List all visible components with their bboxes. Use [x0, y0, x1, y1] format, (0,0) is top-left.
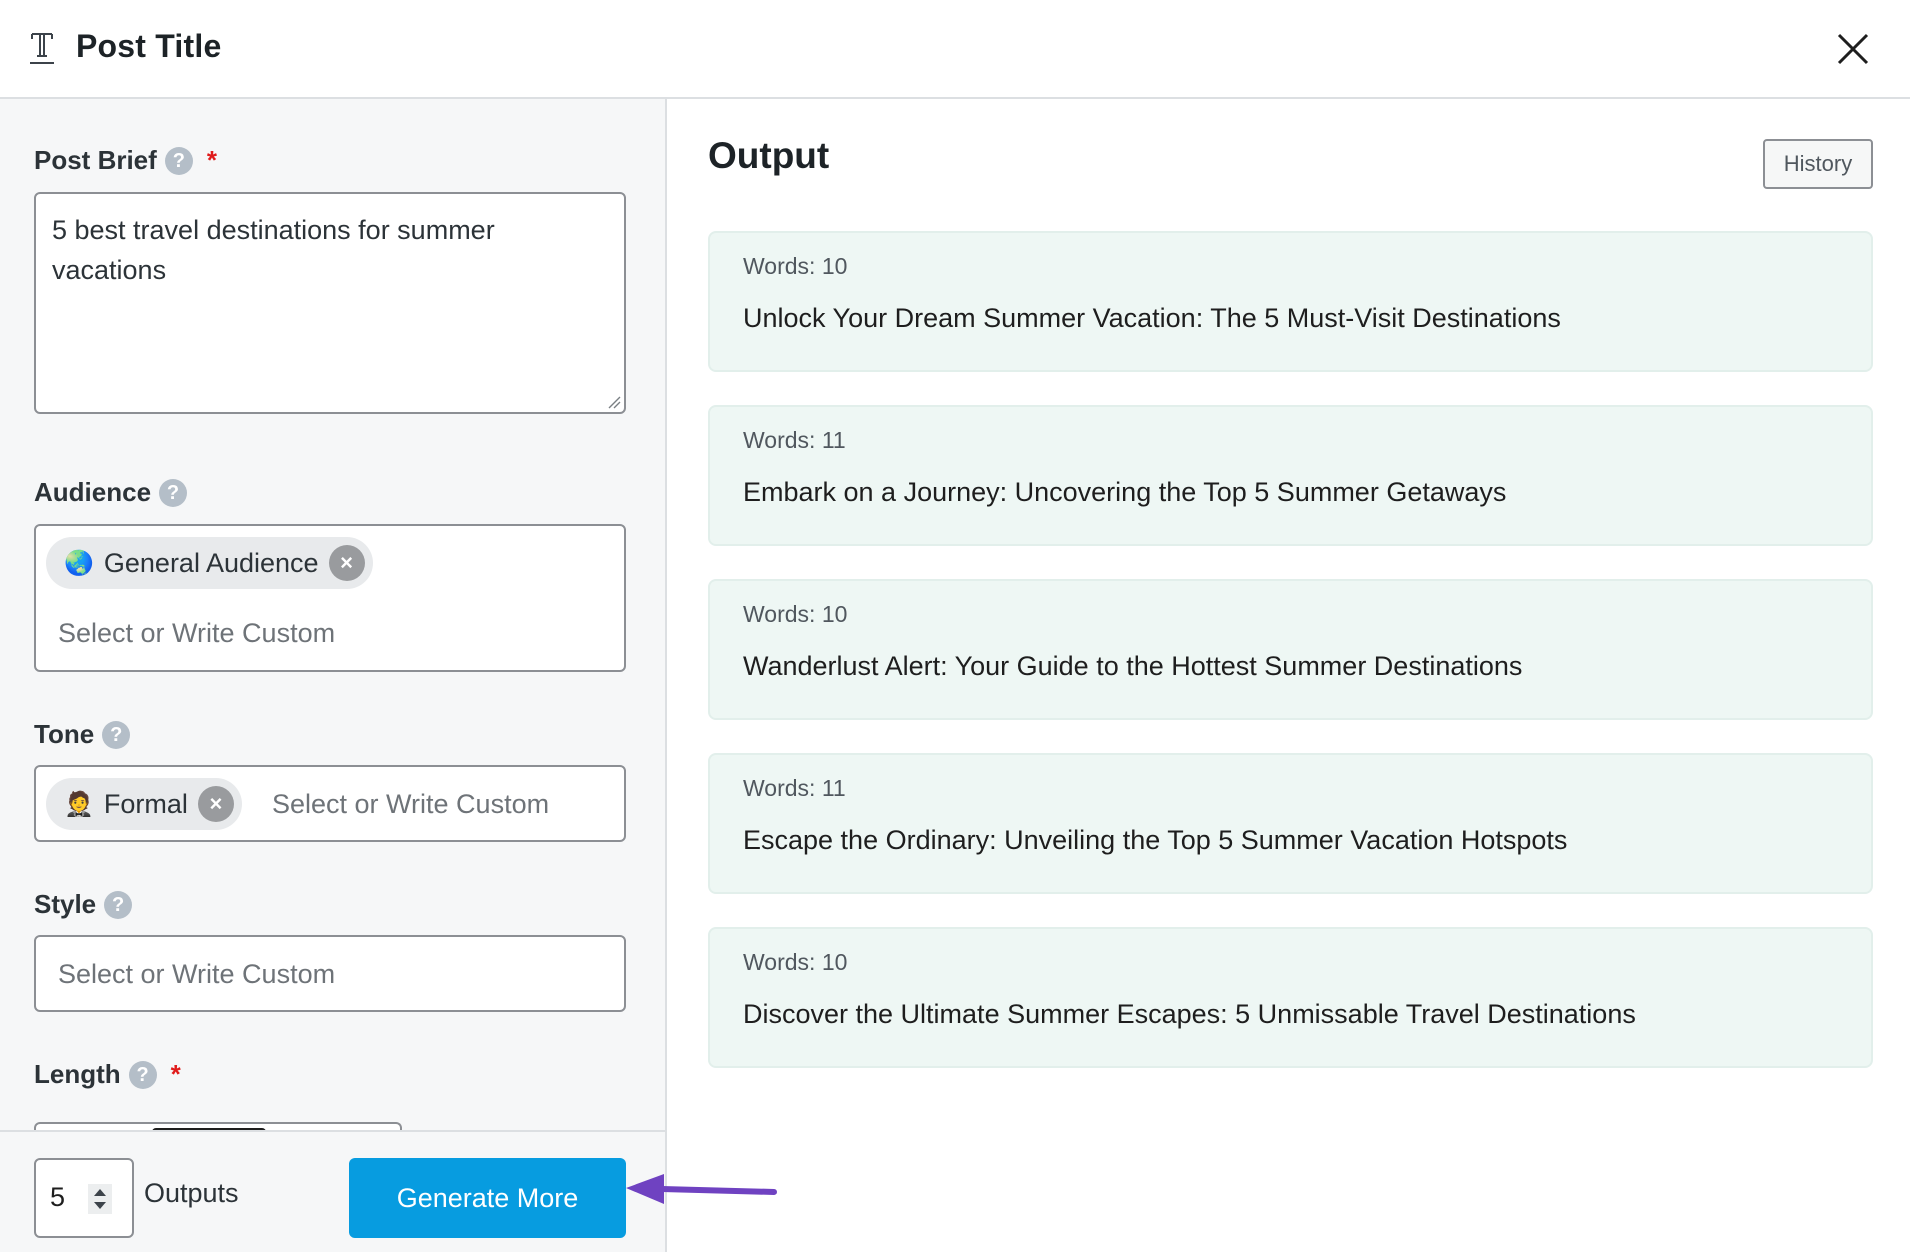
- output-panel: Output History Words: 10 Unlock Your Dre…: [669, 99, 1910, 1252]
- generate-more-button[interactable]: Generate More: [349, 1158, 626, 1238]
- tone-label: Tone ?: [34, 719, 131, 750]
- style-placeholder[interactable]: Select or Write Custom: [58, 959, 335, 990]
- required-mark: *: [170, 1059, 181, 1089]
- audience-select[interactable]: 🌏 General Audience × Select or Write Cus…: [34, 524, 626, 672]
- outputs-label: Outputs: [144, 1178, 239, 1208]
- resize-handle-icon[interactable]: [607, 395, 621, 409]
- output-card[interactable]: Words: 10 Unlock Your Dream Summer Vacat…: [708, 231, 1873, 372]
- form-footer: 5 Outputs Generate More: [0, 1130, 665, 1252]
- tone-placeholder[interactable]: Select or Write Custom: [272, 789, 549, 820]
- output-card[interactable]: Words: 11 Embark on a Journey: Uncoverin…: [708, 405, 1873, 546]
- help-icon[interactable]: ?: [159, 478, 188, 507]
- close-icon[interactable]: [1834, 30, 1872, 68]
- audience-placeholder[interactable]: Select or Write Custom: [58, 618, 335, 649]
- output-card[interactable]: Words: 10 Discover the Ultimate Summer E…: [708, 927, 1873, 1068]
- output-text: Escape the Ordinary: Unveiling the Top 5…: [743, 825, 1568, 855]
- tone-select[interactable]: 🤵 Formal × Select or Write Custom: [34, 765, 626, 842]
- help-icon[interactable]: ?: [164, 146, 193, 175]
- audience-chip: 🌏 General Audience ×: [46, 537, 373, 589]
- length-label: Length ? *: [34, 1059, 181, 1089]
- word-count: Words: 11: [743, 775, 846, 801]
- globe-icon: 🌏: [64, 549, 94, 577]
- post-brief-label: Post Brief ? *: [34, 145, 217, 175]
- output-text: Discover the Ultimate Summer Escapes: 5 …: [743, 999, 1636, 1029]
- required-mark: *: [206, 145, 217, 175]
- text-type-icon: [30, 33, 54, 64]
- help-icon[interactable]: ?: [128, 1060, 157, 1089]
- output-text: Embark on a Journey: Uncovering the Top …: [743, 477, 1507, 507]
- help-icon[interactable]: ?: [104, 890, 133, 919]
- output-title: Output: [708, 135, 830, 176]
- word-count: Words: 11: [743, 427, 846, 453]
- help-icon[interactable]: ?: [102, 720, 131, 749]
- history-button[interactable]: History: [1763, 139, 1873, 189]
- audience-label: Audience ?: [34, 477, 188, 508]
- output-card[interactable]: Words: 10 Wanderlust Alert: Your Guide t…: [708, 579, 1873, 720]
- outputs-count-input[interactable]: 5: [34, 1158, 134, 1238]
- remove-chip-icon[interactable]: ×: [328, 545, 365, 581]
- output-text: Wanderlust Alert: Your Guide to the Hott…: [743, 651, 1523, 681]
- modal-header: Post Title: [0, 0, 1910, 99]
- style-label: Style ?: [34, 889, 133, 920]
- tone-chip: 🤵 Formal ×: [46, 778, 242, 830]
- remove-chip-icon[interactable]: ×: [197, 786, 234, 822]
- output-text: Unlock Your Dream Summer Vacation: The 5…: [743, 303, 1561, 333]
- word-count: Words: 10: [743, 949, 848, 975]
- stepper-arrows-icon[interactable]: [88, 1184, 112, 1214]
- annotation-arrow-icon: [626, 1174, 777, 1204]
- word-count: Words: 10: [743, 601, 848, 627]
- output-card[interactable]: Words: 11 Escape the Ordinary: Unveiling…: [708, 753, 1873, 894]
- input-panel: Post Brief ? * 5 best travel destination…: [0, 99, 667, 1252]
- person-in-tuxedo-icon: 🤵: [64, 790, 94, 818]
- modal-title: Post Title: [76, 28, 222, 64]
- word-count: Words: 10: [743, 253, 848, 279]
- style-select[interactable]: Select or Write Custom: [34, 935, 626, 1012]
- post-brief-textarea[interactable]: 5 best travel destinations for summer va…: [34, 192, 626, 414]
